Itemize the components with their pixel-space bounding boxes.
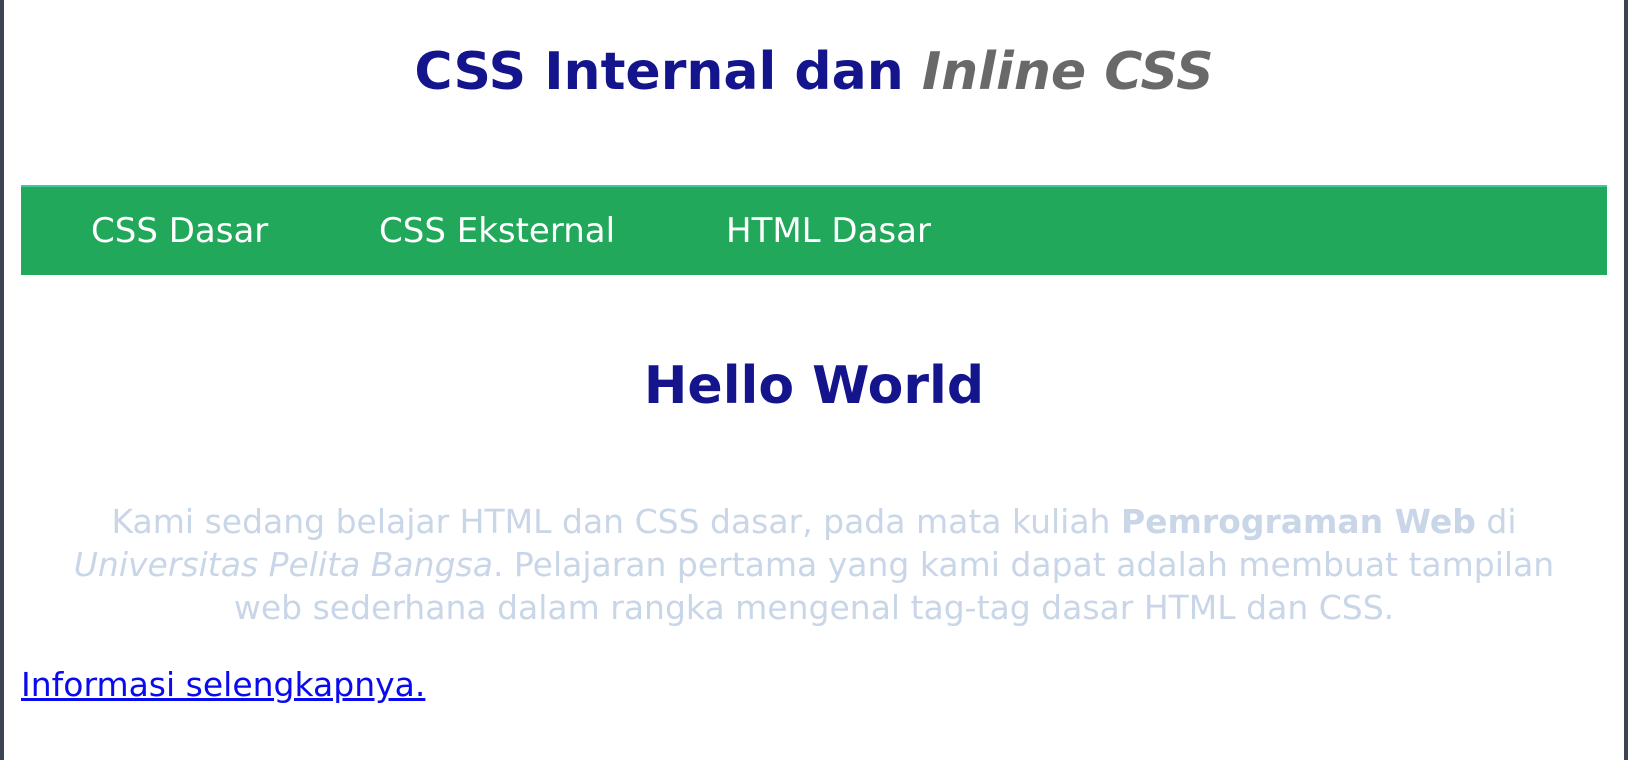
paragraph-text-1: Kami sedang belajar HTML dan CSS dasar, …	[111, 502, 1121, 541]
paragraph-text-2: di	[1475, 502, 1517, 541]
description-paragraph: Kami sedang belajar HTML dan CSS dasar, …	[40, 500, 1588, 629]
paragraph-bold-course: Pemrograman Web	[1120, 502, 1476, 541]
nav-item-css-dasar[interactable]: CSS Dasar	[91, 187, 268, 275]
page-title: CSS Internal dan Inline CSS	[4, 36, 1624, 108]
nav-item-css-eksternal[interactable]: CSS Eksternal	[379, 187, 615, 275]
nav-item-html-dasar[interactable]: HTML Dasar	[726, 187, 931, 275]
more-info-link[interactable]: Informasi selengkapnya.	[21, 663, 425, 707]
navbar: CSS Dasar CSS Eksternal HTML Dasar	[21, 185, 1607, 275]
title-main-text: CSS Internal dan	[414, 42, 922, 102]
paragraph-italic-university: Universitas Pelita Bangsa	[73, 545, 493, 584]
title-emphasis-text: Inline CSS	[921, 42, 1214, 102]
main-heading: Hello World	[643, 356, 985, 416]
page: CSS Internal dan Inline CSS CSS Dasar CS…	[4, 0, 1624, 760]
